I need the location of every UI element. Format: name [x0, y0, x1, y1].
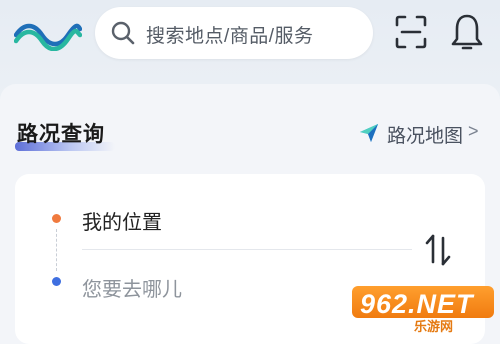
scan-icon[interactable] — [395, 15, 427, 49]
origin-dot — [52, 214, 61, 223]
route-connector — [56, 229, 57, 271]
wave-logo-icon — [14, 23, 82, 51]
route-divider — [82, 249, 412, 250]
search-placeholder[interactable]: 搜索地点/商品/服务 — [146, 21, 314, 48]
site-watermark: 962.NET 乐游网 — [352, 282, 500, 334]
destination-dot — [52, 277, 61, 286]
swap-arrows-icon[interactable] — [423, 234, 453, 266]
top-bar: 搜索地点/商品/服务 — [0, 0, 500, 82]
origin-field[interactable]: 我的位置 — [82, 206, 162, 235]
watermark-badge: 962.NET — [352, 286, 494, 319]
search-bar[interactable]: 搜索地点/商品/服务 — [95, 7, 373, 59]
search-icon — [111, 21, 135, 45]
map-link-label: 路况地图 — [387, 126, 464, 147]
section-title: 路况查询 — [17, 123, 105, 146]
watermark-site: 乐游网 — [414, 319, 454, 334]
map-arrow-icon — [360, 124, 378, 142]
destination-field[interactable]: 您要去哪儿 — [82, 273, 182, 302]
chevron-right-icon: > — [468, 121, 479, 141]
bell-icon[interactable] — [449, 13, 485, 51]
